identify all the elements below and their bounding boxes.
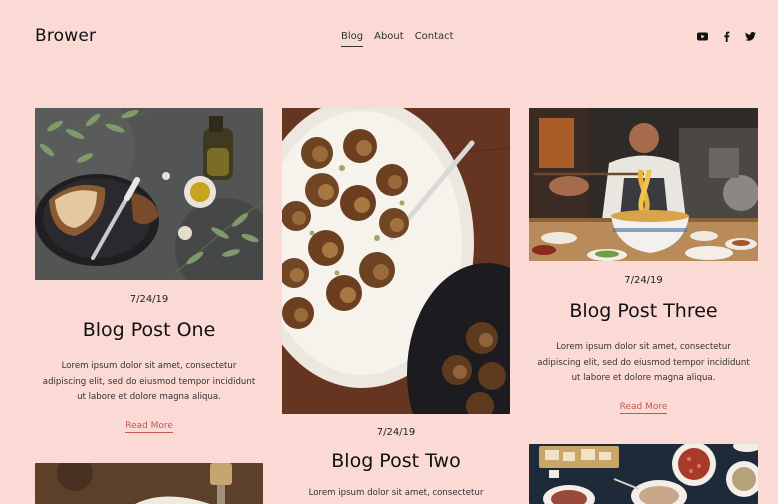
read-more-link[interactable]: Read More — [125, 421, 173, 433]
read-more-link[interactable]: Read More — [619, 402, 668, 414]
post-five-image[interactable] — [529, 444, 758, 504]
post-two-image[interactable] — [282, 108, 510, 414]
post-title[interactable]: Blog Post Three — [529, 300, 758, 322]
post-excerpt: Lorem ipsum dolor sit amet, consectetur … — [42, 361, 256, 402]
post-excerpt: Lorem ipsum dolor sit amet, consectetur — [308, 488, 484, 498]
nav-item-contact[interactable]: Contact — [415, 31, 454, 47]
site-header: Brower Blog About Contact — [0, 0, 778, 74]
post-four-image[interactable] — [35, 463, 263, 504]
post-date: 7/24/19 — [129, 294, 169, 305]
site-logo[interactable]: Brower — [35, 26, 96, 46]
social-links — [697, 31, 756, 42]
nav-item-blog[interactable]: Blog — [341, 31, 364, 47]
post-excerpt: Lorem ipsum dolor sit amet, consectetur … — [537, 342, 750, 383]
nav-item-about[interactable]: About — [374, 31, 404, 47]
post-one-image[interactable] — [35, 108, 263, 280]
youtube-icon[interactable] — [697, 31, 708, 42]
post-date: 7/24/19 — [376, 427, 416, 438]
facebook-icon[interactable] — [721, 31, 732, 42]
post-two: 7/24/19 Blog Post Two Lorem ipsum dolor … — [282, 427, 510, 502]
post-title[interactable]: Blog Post One — [35, 319, 263, 341]
post-title[interactable]: Blog Post Two — [282, 450, 510, 472]
post-date: 7/24/19 — [624, 275, 663, 286]
twitter-icon[interactable] — [745, 31, 756, 42]
post-three-image[interactable] — [529, 108, 758, 261]
main-nav: Blog About Contact — [341, 31, 454, 47]
post-one: 7/24/19 Blog Post One Lorem ipsum dolor … — [35, 294, 263, 433]
post-three: 7/24/19 Blog Post Three Lorem ipsum dolo… — [529, 275, 758, 414]
